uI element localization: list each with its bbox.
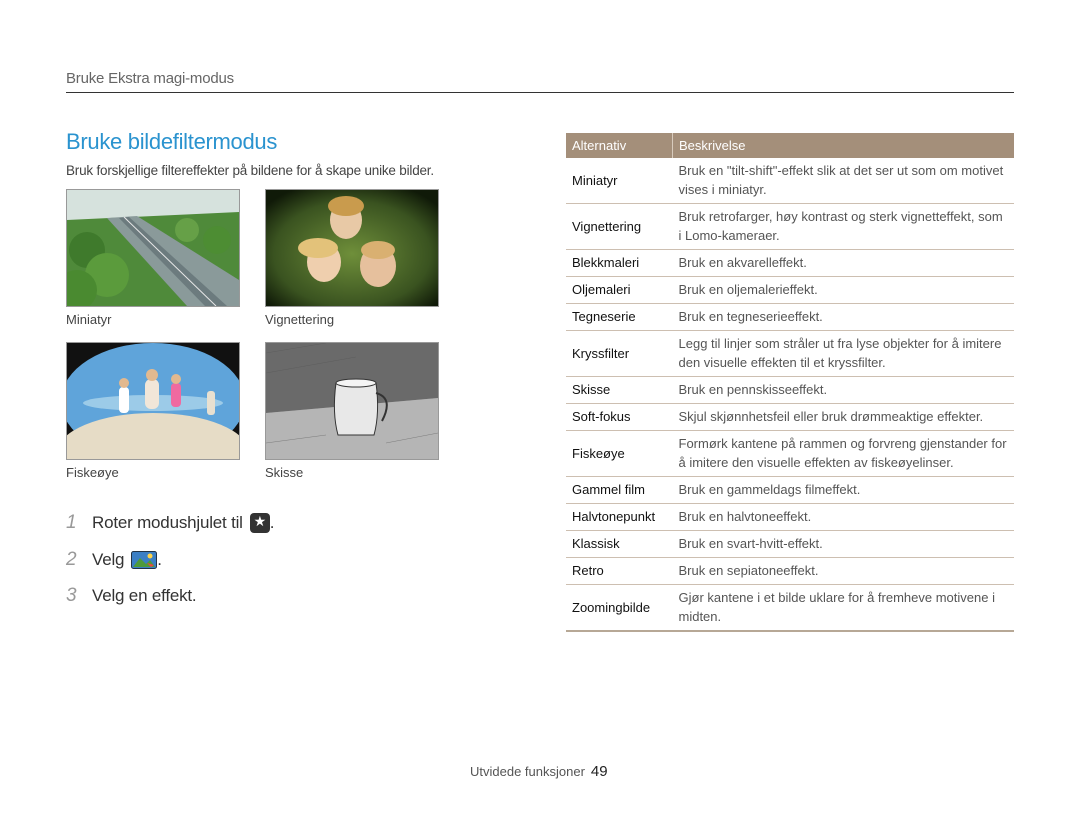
option-description: Bruk retrofarger, høy kontrast og sterk …	[672, 203, 1014, 250]
footer-label: Utvidede funksjoner	[470, 764, 585, 779]
step-2: 2 Velg .	[66, 549, 162, 571]
step-3: 3 Velg en effekt.	[66, 585, 197, 607]
table-row: Oljemaleri Bruk en oljemalerieffekt.	[566, 276, 1014, 304]
table-row: Retro Bruk en sepiatoneeffekt.	[566, 557, 1014, 585]
caption-miniatyr: Miniatyr	[66, 312, 112, 327]
page-title: Bruke bildefiltermodus	[66, 129, 278, 154]
intro-text: Bruk forskjellige filtereffekter på bild…	[66, 163, 434, 178]
table-row: Soft-fokus Skjul skjønnhetsfeil eller bru…	[566, 403, 1014, 431]
table-row: Fiskeøye Formørk kantene på rammen og for…	[566, 430, 1014, 477]
step-number: 1	[66, 512, 77, 533]
section-header: Bruke Ekstra magi-modus	[66, 70, 234, 87]
table-row: Kryssfilter Legg til linjer som stråler u…	[566, 330, 1014, 377]
option-name: Vignettering	[566, 203, 673, 250]
options-table: Alternativ Beskrivelse Miniatyr Bruk en "…	[566, 133, 1014, 632]
option-name: Kryssfilter	[566, 330, 673, 377]
caption-vignettering: Vignettering	[265, 312, 335, 327]
caption-fiskeoye: Fiskeøye	[66, 465, 119, 480]
step-suffix: .	[157, 550, 162, 569]
table-row: Skisse Bruk en pennskisseeffekt.	[566, 376, 1014, 404]
table-row: Tegneserie Bruk en tegneserieeffekt.	[566, 303, 1014, 331]
option-name: Soft-fokus	[566, 403, 673, 431]
option-description: Bruk en sepiatoneeffekt.	[672, 557, 1014, 585]
option-description: Bruk en gammeldags filmeffekt.	[672, 476, 1014, 504]
option-description: Bruk en tegneserieeffekt.	[672, 303, 1014, 331]
option-description: Bruk en akvarelleffekt.	[672, 249, 1014, 277]
option-name: Klassisk	[566, 530, 673, 558]
miniature-photo	[66, 189, 240, 307]
option-description: Formørk kantene på rammen og forvreng gj…	[672, 430, 1014, 477]
page-number: 49	[590, 763, 608, 780]
option-name: Gammel film	[566, 476, 673, 504]
step-number: 3	[66, 585, 77, 606]
caption-skisse: Skisse	[265, 465, 304, 480]
option-description: Bruk en svart-hvitt-effekt.	[672, 530, 1014, 558]
fisheye-photo	[66, 342, 240, 460]
column-header-description: Beskrivelse	[672, 133, 1014, 158]
option-name: Zoomingbilde	[566, 584, 673, 632]
step-text: Roter modushjulet til	[92, 513, 243, 532]
option-name: Retro	[566, 557, 673, 585]
table-row: Blekkmaleri Bruk en akvarelleffekt.	[566, 249, 1014, 277]
option-name: Fiskeøye	[566, 430, 673, 477]
option-description: Bruk en oljemalerieffekt.	[672, 276, 1014, 304]
table-row: Zoomingbilde Gjør kantene i et bilde ukla…	[566, 584, 1014, 632]
step-text: Velg	[92, 550, 125, 569]
magic-star-icon	[249, 513, 270, 533]
option-description: Gjør kantene i et bilde uklare for å fre…	[672, 584, 1014, 632]
sketch-photo	[265, 342, 439, 460]
option-description: Bruk en pennskisseeffekt.	[672, 376, 1014, 404]
option-name: Oljemaleri	[566, 276, 673, 304]
option-description: Legg til linjer som stråler ut fra lyse …	[672, 330, 1014, 377]
step-number: 2	[66, 549, 77, 570]
table-row: Halvtonepunkt Bruk en halvtoneeffekt.	[566, 503, 1014, 531]
step-suffix: .	[269, 513, 275, 532]
option-name: Tegneserie	[566, 303, 673, 331]
table-header-row: Alternativ Beskrivelse	[566, 133, 1014, 158]
option-description: Skjul skjønnhetsfeil eller bruk drømmeak…	[672, 403, 1014, 431]
table-row: Vignettering Bruk retrofarger, høy kontra…	[566, 203, 1014, 250]
option-name: Halvtonepunkt	[566, 503, 673, 531]
option-name: Miniatyr	[566, 158, 673, 204]
option-name: Blekkmaleri	[566, 249, 673, 277]
photo-filter-icon	[131, 551, 158, 569]
header-divider	[66, 92, 1014, 93]
option-description: Bruk en halvtoneeffekt.	[672, 503, 1014, 531]
option-name: Skisse	[566, 376, 673, 404]
table-row: Klassisk Bruk en svart-hvitt-effekt.	[566, 530, 1014, 558]
table-row: Miniatyr Bruk en "tilt-shift"-effekt slik…	[566, 158, 1014, 204]
option-description: Bruk en "tilt-shift"-effekt slik at det …	[672, 158, 1014, 204]
vignette-photo	[265, 189, 439, 307]
step-1: 1 Roter modushjulet til .	[66, 512, 274, 534]
step-text: Velg en effekt.	[92, 586, 197, 605]
column-header-option: Alternativ	[566, 133, 673, 158]
page-footer: Utvidede funksjoner 49	[470, 763, 608, 780]
table-row: Gammel film Bruk en gammeldags filmeffekt…	[566, 476, 1014, 504]
